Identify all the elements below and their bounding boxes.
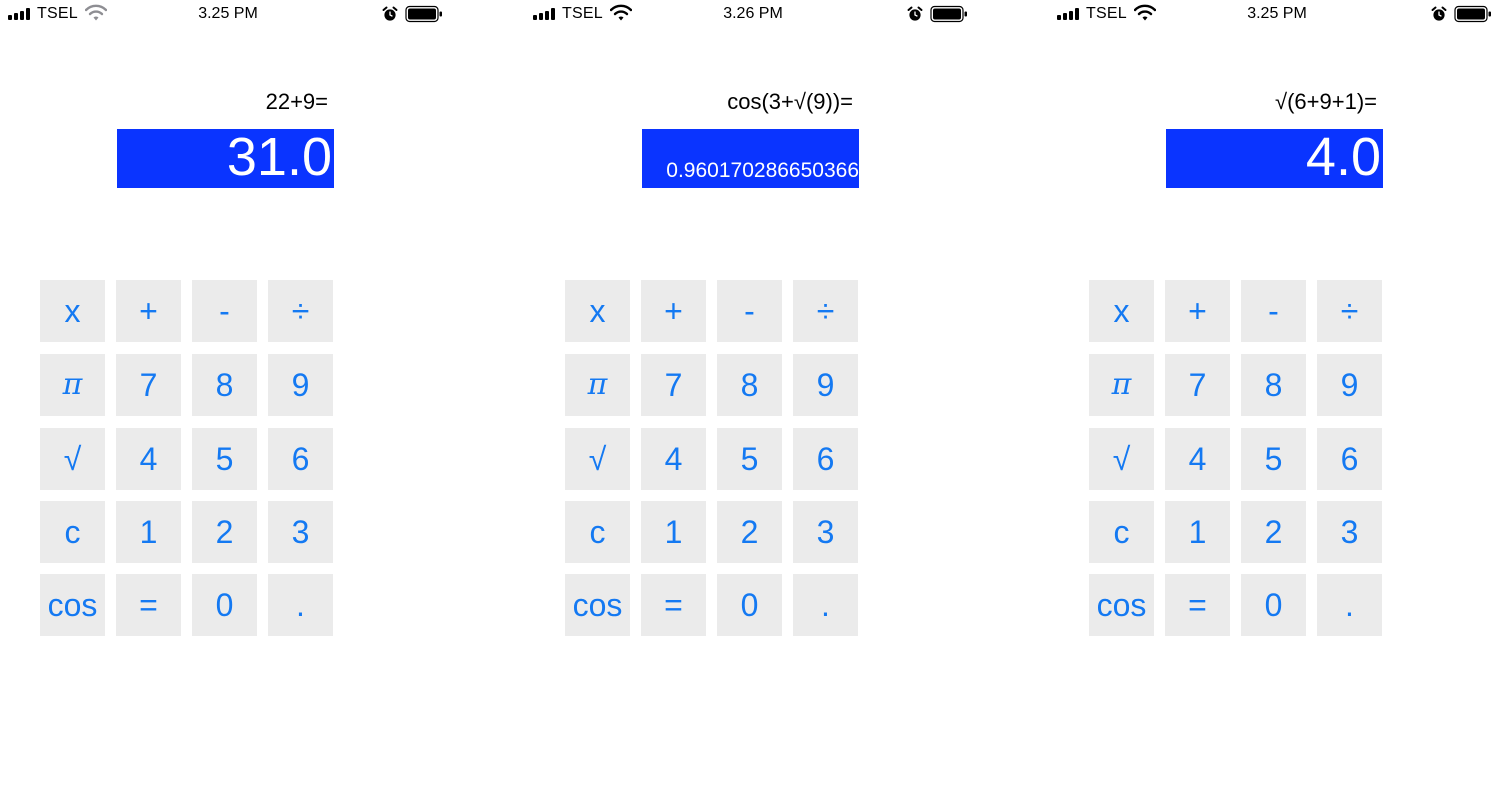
digit-1-key[interactable]: 1: [1165, 501, 1230, 563]
expression-display: cos(3+√(9))=: [727, 89, 853, 114]
status-bar: TSEL 3.26 PM: [525, 0, 975, 30]
pi-key[interactable]: π: [565, 354, 630, 416]
carrier-name: TSEL: [1086, 5, 1127, 22]
digit-0-key[interactable]: 0: [717, 574, 782, 636]
multiply-key[interactable]: x: [40, 280, 105, 342]
status-time: 3.26 PM: [723, 5, 783, 22]
calculator-screen-2: TSEL 3.26 PM cos(3+√(9))= 0.960170286650366…: [525, 0, 975, 800]
digit-5-key[interactable]: 5: [1241, 428, 1306, 490]
cos-key[interactable]: cos: [40, 574, 105, 636]
digit-8-key[interactable]: 8: [1241, 354, 1306, 416]
battery-icon: [405, 5, 443, 23]
digit-9-key[interactable]: 9: [268, 354, 333, 416]
digit-5-key[interactable]: 5: [192, 428, 257, 490]
calculator-screen-1: TSEL 3.25 PM 22+9= 31.0 x + - ÷ π 7 8 9 √ 4 5 6 c 1 2 3 cos =…: [0, 0, 450, 800]
wifi-icon: [609, 4, 633, 22]
pi-key[interactable]: π: [1089, 354, 1154, 416]
result-display: 31.0: [117, 129, 334, 188]
sqrt-key[interactable]: √: [40, 428, 105, 490]
digit-4-key[interactable]: 4: [116, 428, 181, 490]
pi-key[interactable]: π: [40, 354, 105, 416]
digit-6-key[interactable]: 6: [268, 428, 333, 490]
result-value: 0.960170286650366: [666, 159, 859, 182]
multiply-key[interactable]: x: [565, 280, 630, 342]
digit-3-key[interactable]: 3: [793, 501, 858, 563]
plus-key[interactable]: +: [1165, 280, 1230, 342]
cos-key[interactable]: cos: [1089, 574, 1154, 636]
wifi-icon: [84, 4, 108, 22]
digit-9-key[interactable]: 9: [1317, 354, 1382, 416]
equals-key[interactable]: =: [641, 574, 706, 636]
digit-2-key[interactable]: 2: [1241, 501, 1306, 563]
battery-icon: [930, 5, 968, 23]
calculator-screen-3: TSEL 3.25 PM √(6+9+1)= 4.0 x + - ÷ π 7 8 9 √ 4 5 6 c 1 2 3 c…: [1049, 0, 1499, 800]
plus-key[interactable]: +: [116, 280, 181, 342]
result-value: 31.0: [226, 129, 332, 187]
alarm-clock-icon: [382, 6, 398, 22]
result-display: 4.0: [1166, 129, 1383, 188]
digit-3-key[interactable]: 3: [1317, 501, 1382, 563]
clear-key[interactable]: c: [565, 501, 630, 563]
digit-7-key[interactable]: 7: [116, 354, 181, 416]
decimal-key[interactable]: .: [793, 574, 858, 636]
digit-5-key[interactable]: 5: [717, 428, 782, 490]
divide-key[interactable]: ÷: [1317, 280, 1382, 342]
cellular-signal-icon: [533, 8, 559, 20]
status-time: 3.25 PM: [198, 5, 258, 22]
alarm-clock-icon: [907, 6, 923, 22]
cellular-signal-icon: [8, 8, 34, 20]
cellular-signal-icon: [1057, 8, 1083, 20]
clear-key[interactable]: c: [1089, 501, 1154, 563]
carrier-name: TSEL: [37, 5, 78, 22]
cos-key[interactable]: cos: [565, 574, 630, 636]
status-bar: TSEL 3.25 PM: [0, 0, 450, 30]
expression-display: 22+9=: [265, 89, 328, 114]
digit-4-key[interactable]: 4: [641, 428, 706, 490]
digit-9-key[interactable]: 9: [793, 354, 858, 416]
result-display: 0.960170286650366: [642, 129, 859, 188]
result-value: 4.0: [1305, 129, 1381, 187]
digit-0-key[interactable]: 0: [192, 574, 257, 636]
digit-7-key[interactable]: 7: [641, 354, 706, 416]
minus-key[interactable]: -: [192, 280, 257, 342]
digit-1-key[interactable]: 1: [641, 501, 706, 563]
battery-icon: [1454, 5, 1492, 23]
alarm-clock-icon: [1431, 6, 1447, 22]
status-time: 3.25 PM: [1247, 5, 1307, 22]
expression-display: √(6+9+1)=: [1275, 89, 1377, 114]
digit-3-key[interactable]: 3: [268, 501, 333, 563]
decimal-key[interactable]: .: [1317, 574, 1382, 636]
clear-key[interactable]: c: [40, 501, 105, 563]
decimal-key[interactable]: .: [268, 574, 333, 636]
sqrt-key[interactable]: √: [565, 428, 630, 490]
digit-8-key[interactable]: 8: [192, 354, 257, 416]
status-bar: TSEL 3.25 PM: [1049, 0, 1499, 30]
divide-key[interactable]: ÷: [268, 280, 333, 342]
equals-key[interactable]: =: [116, 574, 181, 636]
minus-key[interactable]: -: [1241, 280, 1306, 342]
digit-6-key[interactable]: 6: [793, 428, 858, 490]
digit-0-key[interactable]: 0: [1241, 574, 1306, 636]
divide-key[interactable]: ÷: [793, 280, 858, 342]
digit-2-key[interactable]: 2: [192, 501, 257, 563]
carrier-name: TSEL: [562, 5, 603, 22]
plus-key[interactable]: +: [641, 280, 706, 342]
multiply-key[interactable]: x: [1089, 280, 1154, 342]
sqrt-key[interactable]: √: [1089, 428, 1154, 490]
digit-4-key[interactable]: 4: [1165, 428, 1230, 490]
wifi-icon: [1133, 4, 1157, 22]
digit-1-key[interactable]: 1: [116, 501, 181, 563]
digit-2-key[interactable]: 2: [717, 501, 782, 563]
digit-8-key[interactable]: 8: [717, 354, 782, 416]
digit-7-key[interactable]: 7: [1165, 354, 1230, 416]
digit-6-key[interactable]: 6: [1317, 428, 1382, 490]
equals-key[interactable]: =: [1165, 574, 1230, 636]
minus-key[interactable]: -: [717, 280, 782, 342]
